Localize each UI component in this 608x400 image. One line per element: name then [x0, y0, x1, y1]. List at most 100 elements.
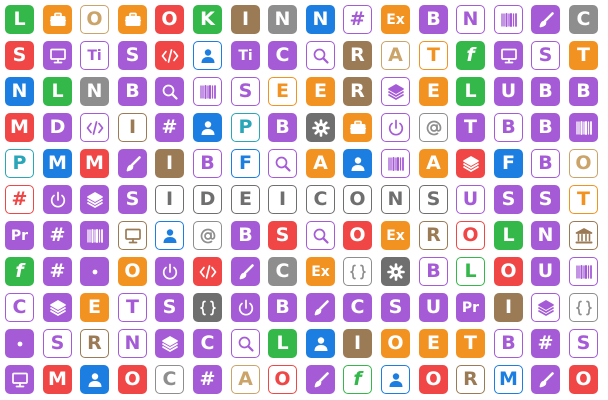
letter-tile: B: [494, 329, 523, 358]
tile-label: B: [200, 152, 215, 174]
letter-tile: N: [268, 5, 297, 34]
tile-label: Ti: [87, 47, 102, 64]
letter-tile: T: [419, 41, 448, 70]
layers-icon: [80, 185, 109, 214]
letter-tile: T: [456, 113, 485, 142]
letter-tile: B: [268, 293, 297, 322]
tile-label: O: [161, 8, 178, 30]
tile-label: #: [537, 332, 554, 354]
power-icon: [231, 293, 260, 322]
tile-label: N: [124, 332, 141, 354]
letter-tile: O: [80, 5, 109, 34]
brush-icon: [531, 5, 560, 34]
briefcase-icon: [43, 5, 72, 34]
letter-tile: O: [419, 365, 448, 394]
tile-label: T: [427, 44, 440, 66]
tile-label: A: [426, 152, 441, 174]
tile-label: T: [577, 44, 590, 66]
brush-icon: [231, 257, 260, 286]
letter-tile: #: [155, 113, 184, 142]
letter-tile: O: [569, 365, 598, 394]
power-icon: [43, 185, 72, 214]
letter-tile: C: [343, 293, 372, 322]
letter-tile: N: [531, 221, 560, 250]
letter-tile: U: [419, 293, 448, 322]
tile-label: N: [274, 8, 291, 30]
tile-label: E: [239, 188, 252, 210]
tile-label: S: [426, 188, 441, 210]
letter-tile: B: [419, 257, 448, 286]
tile-label: S: [125, 44, 140, 66]
letter-tile: M: [43, 149, 72, 178]
tile-label: S: [238, 80, 253, 102]
icon-grid: L O O K I N N # Ex B N C S Ti S Ti C R A Tf S T N L N B S E E R E L U B B M…: [0, 0, 608, 400]
tile-label: B: [576, 80, 591, 102]
tile-label: F: [502, 152, 515, 174]
search-icon: [155, 77, 184, 106]
letter-tile: O: [155, 5, 184, 34]
power-icon: [155, 257, 184, 286]
tile-label: P: [12, 152, 27, 174]
tile-label: #: [11, 188, 28, 210]
letter-tile: B: [531, 149, 560, 178]
person-icon: [193, 41, 222, 70]
tile-label: I: [165, 152, 174, 174]
tile-label: C: [200, 332, 215, 354]
letter-tile: Ti: [231, 41, 260, 70]
monitor-icon: [118, 221, 147, 250]
letter-tile: I: [268, 185, 297, 214]
brush-icon: [306, 365, 335, 394]
tile-label: B: [426, 8, 441, 30]
letter-tile: L: [456, 257, 485, 286]
letter-tile: A: [306, 149, 335, 178]
letter-tile: M: [494, 365, 523, 394]
tile-label: O: [86, 8, 103, 30]
tile-label: I: [241, 8, 250, 30]
letter-tile: f: [343, 365, 372, 394]
tile-label: S: [576, 332, 591, 354]
letter-tile: N: [80, 77, 109, 106]
letter-tile: Pr: [5, 221, 34, 250]
letter-tile: #: [5, 185, 34, 214]
person-icon: [343, 149, 372, 178]
tile-label: A: [388, 44, 403, 66]
tile-label: S: [50, 332, 65, 354]
code-icon: [193, 257, 222, 286]
tile-label: O: [500, 260, 517, 282]
letter-tile: F: [231, 149, 260, 178]
tile-label: L: [51, 80, 64, 102]
tile-label: O: [575, 368, 592, 390]
letter-tile: O: [343, 221, 372, 250]
letter-tile: S: [419, 185, 448, 214]
braces-icon: [193, 293, 222, 322]
tile-label: C: [350, 296, 365, 318]
tile-label: Pr: [10, 227, 29, 244]
letter-tile: I: [494, 293, 523, 322]
letter-tile: N: [306, 5, 335, 34]
tile-label: E: [427, 80, 440, 102]
briefcase-icon: [343, 113, 372, 142]
monitor-icon: [43, 41, 72, 70]
letter-tile: R: [456, 365, 485, 394]
layers-icon: [43, 293, 72, 322]
tile-label: R: [350, 80, 365, 102]
tile-label: D: [199, 188, 216, 210]
gear-icon: [381, 257, 410, 286]
barcode-icon: [193, 77, 222, 106]
tile-label: T: [464, 116, 477, 138]
tile-label: #: [49, 224, 66, 246]
letter-tile: U: [456, 185, 485, 214]
tile-label: S: [501, 188, 516, 210]
letter-tile: U: [531, 257, 560, 286]
letter-tile: B: [531, 77, 560, 106]
letter-tile: S: [118, 41, 147, 70]
code-icon: [155, 41, 184, 70]
tile-label: #: [49, 260, 66, 282]
search-icon: [306, 41, 335, 70]
layers-icon: [155, 329, 184, 358]
braces-icon: [343, 257, 372, 286]
tile-label: T: [577, 188, 590, 210]
search-icon: [306, 221, 335, 250]
letter-tile: Ti: [80, 41, 109, 70]
tile-label: O: [274, 368, 291, 390]
